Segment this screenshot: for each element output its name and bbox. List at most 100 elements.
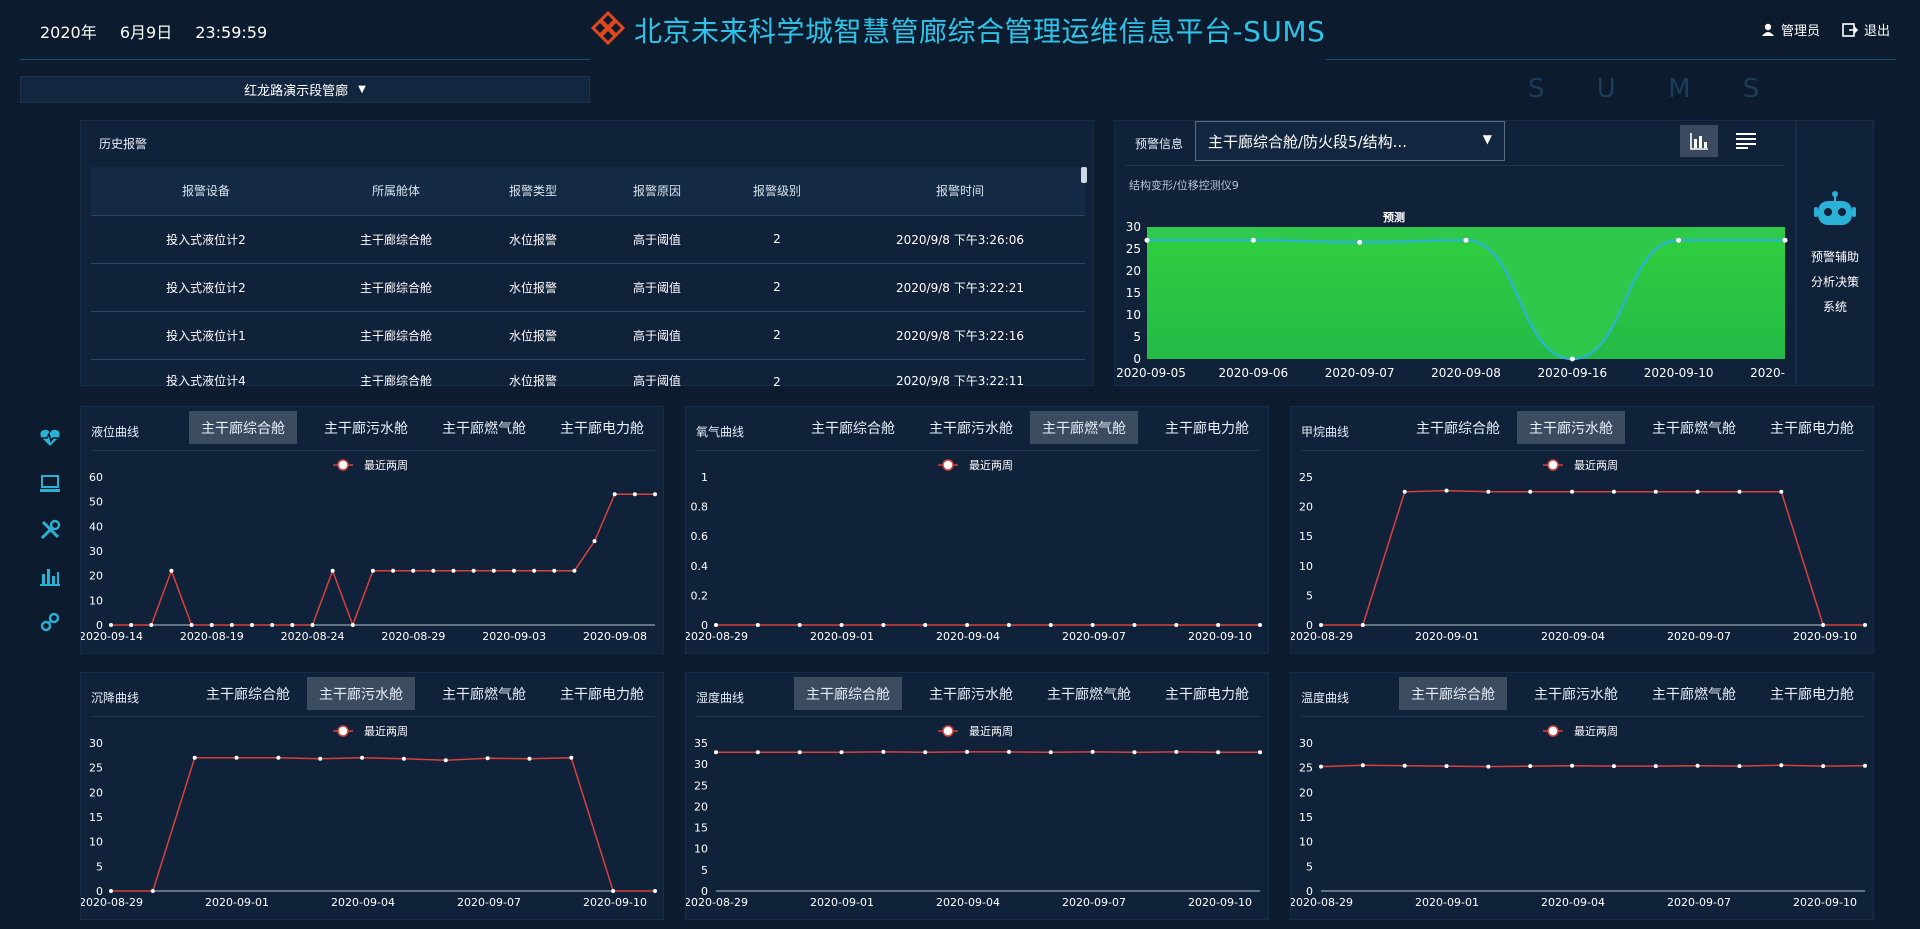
table-row[interactable]: 投入式液位计2 主干廊综合舱 水位报警 高于阈值 2 2020/9/8 下午3:… <box>91 215 1085 264</box>
heartbeat-icon[interactable] <box>36 424 64 452</box>
data-point <box>109 623 113 627</box>
y-tick-label: 20 <box>89 570 103 583</box>
x-tick-label: 2020-09-14 <box>81 630 143 643</box>
tab-cabin-1[interactable]: 主干廊污水舱 <box>1517 411 1625 444</box>
data-point <box>1570 489 1575 494</box>
legend[interactable]: 最近两周 <box>1543 725 1618 738</box>
legend[interactable]: 最近两周 <box>938 725 1013 738</box>
cell-time: 2020/9/8 下午3:26:06 <box>835 215 1085 264</box>
tab-cabin-3[interactable]: 主干廊电力舱 <box>1148 411 1266 444</box>
tab-cabin-0[interactable]: 主干廊综合舱 <box>1399 677 1507 710</box>
legend[interactable]: 最近两周 <box>938 459 1013 472</box>
data-point <box>965 749 970 754</box>
tab-cabin-2[interactable]: 主干廊燃气舱 <box>425 677 543 710</box>
legend[interactable]: 最近两周 <box>1543 459 1618 472</box>
list-toggle-button[interactable] <box>1727 125 1765 157</box>
y-tick-label: 25 <box>1299 471 1313 484</box>
warning-select[interactable]: 主干廊综合舱/防火段5/结构... ▼ <box>1195 121 1505 161</box>
legend-label: 最近两周 <box>364 725 408 738</box>
data-point <box>451 568 456 573</box>
warning-chart: 预测 0 5 10 15 20 25 30 2020-09-05 2020-09-06 2020-0… <box>1116 210 1788 380</box>
logout-button[interactable]: 退出 <box>1842 20 1890 39</box>
table-row[interactable]: 投入式液位计2 主干廊综合舱 水位报警 高于阈值 2 2020/9/8 下午3:… <box>91 263 1085 312</box>
y-tick-label: 35 <box>694 737 708 750</box>
legend[interactable]: 最近两周 <box>333 459 408 472</box>
tab-cabin-1[interactable]: 主干廊污水舱 <box>307 677 415 710</box>
monitor-icon[interactable] <box>36 470 64 498</box>
bar-chart-icon[interactable] <box>36 562 64 590</box>
tab-cabin-0[interactable]: 主干廊综合舱 <box>794 411 912 444</box>
data-point <box>276 755 281 760</box>
data-point <box>318 756 323 761</box>
legend-label: 最近两周 <box>1574 459 1618 472</box>
data-point <box>1402 489 1407 494</box>
data-point <box>1653 764 1658 769</box>
warning-divider <box>1125 165 1785 166</box>
warning-label: 预警信息 <box>1135 137 1184 151</box>
site-select[interactable]: 红龙路演示段管廊 ▼ <box>20 76 590 103</box>
tab-cabin-1[interactable]: 主干廊污水舱 <box>912 677 1030 710</box>
tab-cabin-0[interactable]: 主干廊综合舱 <box>1399 411 1517 444</box>
data-point <box>1216 750 1221 755</box>
col-level: 报警级别 <box>719 167 835 216</box>
tab-cabin-1[interactable]: 主干廊污水舱 <box>307 411 425 444</box>
cell-type: 水位报警 <box>508 374 557 388</box>
data-point <box>1090 749 1095 754</box>
data-point <box>1132 750 1137 755</box>
alarm-scrollbar[interactable] <box>1081 167 1087 183</box>
cell-device: 投入式液位计2 <box>91 263 321 312</box>
table-row[interactable]: 投入式液位计4 主干廊综合舱 水位报警 高于阈值 2 2020/9/8 下午3:… <box>91 359 1085 389</box>
tab-cabin-2[interactable]: 主干廊燃气舱 <box>1635 411 1753 444</box>
data-point <box>471 568 476 573</box>
list-icon <box>1736 133 1756 149</box>
tab-cabin-3[interactable]: 主干廊电力舱 <box>1148 677 1266 710</box>
tab-cabin-3[interactable]: 主干廊电力舱 <box>1753 677 1871 710</box>
bar-chart-toggle-button[interactable] <box>1680 125 1718 157</box>
x-tick-label: 2020-08-29 <box>686 896 748 909</box>
x-tick-label: 2020-09-06 <box>1218 366 1288 380</box>
legend[interactable]: 最近两周 <box>333 725 408 738</box>
data-point <box>192 755 197 760</box>
series-line <box>1320 764 1866 768</box>
tab-cabin-0[interactable]: 主干廊综合舱 <box>794 677 902 710</box>
tab-cabin-0[interactable]: 主干廊综合舱 <box>189 677 307 710</box>
tab-cabin-3[interactable]: 主干廊电力舱 <box>543 411 661 444</box>
y-tick-label: 5 <box>96 860 103 873</box>
cell-device: 投入式液位计2 <box>91 215 321 264</box>
tab-cabin-3[interactable]: 主干廊电力舱 <box>543 677 661 710</box>
tab-cabin-3[interactable]: 主干廊电力舱 <box>1753 411 1871 444</box>
watermark: S U M S <box>1528 74 1782 104</box>
y-tick-label: 25 <box>694 779 708 792</box>
y-tick-label: 15 <box>89 811 103 824</box>
y-tick-label: 15 <box>1126 286 1141 300</box>
data-point <box>839 623 844 627</box>
data-point <box>1737 764 1742 769</box>
data-point <box>1174 749 1179 754</box>
tab-cabin-1[interactable]: 主干廊污水舱 <box>1517 677 1635 710</box>
y-tick-label: 60 <box>89 471 103 484</box>
table-row[interactable]: 投入式液位计1 主干廊综合舱 水位报警 高于阈值 2 2020/9/8 下午3:… <box>91 311 1085 360</box>
tab-cabin-1[interactable]: 主干廊污水舱 <box>912 411 1030 444</box>
tab-cabin-2[interactable]: 主干廊燃气舱 <box>425 411 543 444</box>
cell-cabin: 主干廊综合舱 <box>359 374 432 388</box>
tab-cabin-2[interactable]: 主干廊燃气舱 <box>1635 677 1753 710</box>
tools-icon[interactable] <box>36 516 64 544</box>
gear-link-icon[interactable] <box>36 608 64 636</box>
cell-level: 2 <box>719 263 835 312</box>
x-tick-label: 2020-09-01 <box>810 630 874 643</box>
tab-cabin-2[interactable]: 主干廊燃气舱 <box>1030 411 1138 444</box>
alarm-history-panel: 历史报警 报警设备 所属舱体 报警类型 报警原因 报警级别 报警时间 投入式液位… <box>80 120 1094 389</box>
y-tick-label: 20 <box>694 800 708 813</box>
settlement-curve-panel: 沉降曲线 主干廊综合舱 主干廊污水舱 主干廊燃气舱 主干廊电力舱 最近两周 0 5 10 15 20… <box>80 672 664 920</box>
data-point <box>1779 489 1784 494</box>
data-point <box>431 568 436 573</box>
ai-assist-panel[interactable]: 预警辅助 分析决策 系统 <box>1796 120 1874 386</box>
data-point <box>532 568 537 573</box>
tab-cabin-2[interactable]: 主干廊燃气舱 <box>1030 677 1148 710</box>
legend-label: 最近两周 <box>364 459 408 472</box>
cell-reason: 高于阈值 <box>595 311 719 360</box>
tab-cabin-0[interactable]: 主干廊综合舱 <box>189 411 297 444</box>
legend-marker <box>942 459 954 471</box>
user-button[interactable]: 管理员 <box>1761 20 1820 39</box>
y-tick-label: 0 <box>1133 352 1141 366</box>
